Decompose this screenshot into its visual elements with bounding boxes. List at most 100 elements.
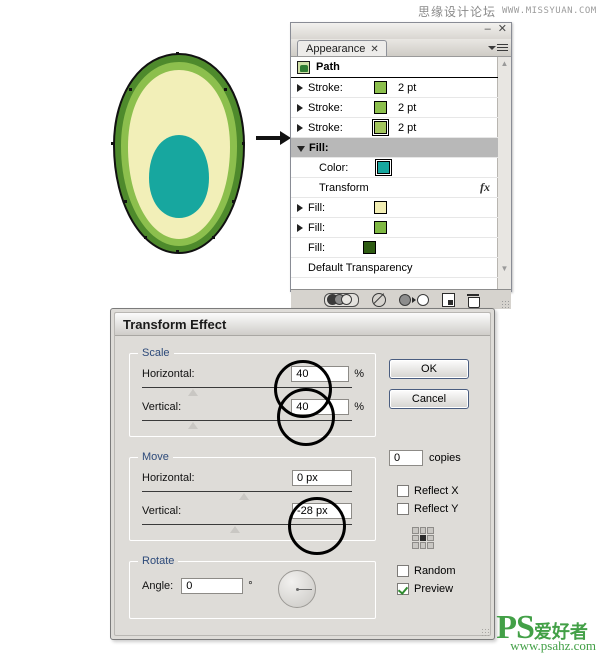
appearance-row-color[interactable]: Color:: [291, 158, 498, 178]
rotate-angle-input[interactable]: 0: [181, 578, 244, 594]
anchor-point-selector[interactable]: [412, 527, 434, 549]
row-label: Stroke:: [308, 81, 343, 94]
appearance-target-row[interactable]: Path: [291, 57, 498, 78]
watermark-top-cn: 思缘设计论坛: [418, 4, 497, 19]
panel-title-bar: – ✕: [291, 23, 511, 39]
cancel-button-label: Cancel: [389, 389, 469, 409]
disclosure-triangle-open-icon[interactable]: [297, 145, 305, 152]
appearance-row-transparency[interactable]: Default Transparency: [291, 258, 498, 278]
transform-effect-dialog[interactable]: Transform Effect Scale Horizontal: 40 % …: [110, 308, 495, 640]
random-checkbox[interactable]: Random: [397, 565, 456, 577]
copies-label: copies: [429, 452, 461, 464]
panel-resize-grip[interactable]: [501, 300, 509, 308]
reduce-to-basic-appearance-icon[interactable]: [399, 293, 429, 306]
checkbox-box[interactable]: [397, 485, 409, 497]
reflect-x-checkbox[interactable]: Reflect X: [397, 485, 459, 497]
appearance-row-fill-2[interactable]: Fill:: [291, 218, 498, 238]
scale-group: Scale Horizontal: 40 % Vertical: 40 %: [129, 347, 376, 437]
fill-color-swatch[interactable]: [363, 241, 376, 254]
minimize-icon[interactable]: –: [485, 24, 491, 35]
row-label: Default Transparency: [308, 261, 413, 274]
tab-appearance-label: Appearance: [306, 43, 366, 55]
clear-appearance-icon[interactable]: [372, 292, 386, 307]
cancel-button[interactable]: Cancel: [389, 389, 469, 409]
disclosure-triangle-icon[interactable]: [297, 223, 303, 232]
fill-color-swatch[interactable]: [374, 221, 387, 234]
appearance-row-fill-3[interactable]: Fill:: [291, 238, 498, 258]
tab-appearance[interactable]: Appearance ✕: [297, 40, 387, 57]
appearance-rows: Path Stroke: 2 pt Stroke: 2 pt Stroke: 2…: [291, 57, 498, 278]
disclosure-triangle-icon[interactable]: [297, 203, 303, 212]
appearance-row-transform[interactable]: Transform fx: [291, 178, 498, 198]
scroll-up-icon[interactable]: ▲: [498, 57, 511, 70]
scale-horizontal-label: Horizontal:: [142, 368, 195, 380]
effect-fx-icon[interactable]: fx: [480, 180, 490, 195]
move-horizontal-row: Horizontal: 0 px: [142, 470, 352, 486]
checkbox-box[interactable]: [397, 583, 409, 595]
row-label: Stroke:: [308, 121, 343, 134]
appearance-list[interactable]: ▲ ▼ Path Stroke: 2 pt Stroke: 2 pt Strok…: [291, 56, 511, 289]
panel-scrollbar[interactable]: ▲ ▼: [497, 57, 511, 289]
pointer-arrow-icon: [256, 130, 292, 146]
row-label: Color:: [319, 161, 349, 174]
scroll-down-icon[interactable]: ▼: [498, 262, 511, 275]
reflect-y-label: Reflect Y: [414, 503, 459, 515]
scale-vertical-unit: %: [354, 401, 364, 413]
scale-vertical-highlight: [277, 388, 335, 446]
row-value[interactable]: 2 pt: [398, 82, 416, 94]
scale-legend: Scale: [138, 347, 174, 359]
delete-item-icon[interactable]: [467, 293, 480, 308]
move-horizontal-input[interactable]: 0 px: [292, 470, 352, 486]
stroke-color-swatch[interactable]: [374, 101, 387, 114]
rotate-angle-label: Angle:: [142, 580, 174, 592]
ok-button-label: OK: [389, 359, 469, 379]
appearance-row-stroke-2[interactable]: Stroke: 2 pt: [291, 98, 498, 118]
move-vertical-label: Vertical:: [142, 505, 182, 517]
rotate-legend: Rotate: [138, 555, 179, 567]
close-icon[interactable]: ✕: [498, 24, 507, 35]
random-label: Random: [414, 565, 456, 577]
duplicate-item-icon[interactable]: [442, 292, 455, 307]
reflect-x-label: Reflect X: [414, 485, 459, 497]
appearance-row-stroke-1[interactable]: Stroke: 2 pt: [291, 78, 498, 98]
disclosure-triangle-icon[interactable]: [297, 103, 303, 112]
copies-row: 0 copies: [389, 450, 461, 466]
appearance-row-stroke-3[interactable]: Stroke: 2 pt: [291, 118, 498, 138]
reflect-y-checkbox[interactable]: Reflect Y: [397, 503, 458, 515]
row-label: Fill:: [309, 141, 329, 154]
watermark-top-url: WWW.MISSYUAN.COM: [502, 6, 597, 16]
row-label: Fill:: [308, 241, 326, 254]
rotate-angle-dial[interactable]: [278, 570, 316, 608]
stroke-color-swatch[interactable]: [374, 81, 387, 94]
preview-label: Preview: [414, 583, 454, 595]
appearance-target-label: Path: [316, 61, 340, 73]
checkbox-box[interactable]: [397, 503, 409, 515]
dialog-resize-grip[interactable]: [481, 628, 489, 636]
fill-color-swatch[interactable]: [375, 159, 392, 176]
move-legend: Move: [138, 451, 173, 463]
panel-tab-row: Appearance ✕: [291, 39, 511, 57]
appearance-panel-footer[interactable]: [291, 289, 511, 309]
appearance-row-fill-1[interactable]: Fill:: [291, 198, 498, 218]
fill-color-swatch[interactable]: [374, 201, 387, 214]
disclosure-triangle-icon[interactable]: [297, 83, 303, 92]
preview-checkbox[interactable]: Preview: [397, 583, 453, 595]
row-value[interactable]: 2 pt: [398, 102, 416, 114]
row-value[interactable]: 2 pt: [398, 122, 416, 134]
panel-window-buttons[interactable]: – ✕: [485, 24, 507, 35]
watermark-bottom-url: www.psahz.com: [510, 638, 596, 653]
visibility-toggle-icon[interactable]: [324, 292, 359, 307]
rotate-angle-unit: °: [248, 580, 253, 592]
move-vertical-highlight: [288, 497, 346, 555]
panel-menu-button[interactable]: [482, 40, 508, 55]
rotate-angle-row: Angle: 0 °: [142, 578, 253, 594]
disclosure-triangle-icon[interactable]: [297, 123, 303, 132]
appearance-row-fill-selected[interactable]: Fill:: [291, 138, 498, 158]
copies-input[interactable]: 0: [389, 450, 423, 466]
stroke-color-swatch[interactable]: [372, 119, 389, 136]
tab-close-icon[interactable]: ✕: [370, 44, 378, 55]
appearance-panel[interactable]: – ✕ Appearance ✕ ▲ ▼ Path Stroke: 2 pt S…: [290, 22, 512, 309]
checkbox-box[interactable]: [397, 565, 409, 577]
ok-button[interactable]: OK: [389, 359, 469, 379]
watermark-top: 思缘设计论坛 WWW.MISSYUAN.COM: [418, 2, 598, 20]
